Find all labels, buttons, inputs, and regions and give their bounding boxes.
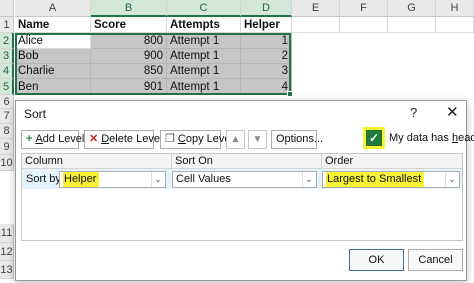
delete-level-button[interactable]: ✕ Delete Level — [84, 130, 162, 149]
sort-dialog: Sort ? ✕ + Add Level ✕ Delete Level ❐ Copy … — [15, 100, 474, 281]
cell-header-helper[interactable]: Helper — [241, 17, 292, 33]
headers-label-rest: eaders — [458, 132, 474, 144]
delete-level-accel: D — [101, 133, 110, 145]
sort-levels-grid: Column Sort On Order Sort by Helper ⌄ Ce… — [21, 153, 463, 241]
order-dropdown-value: Largest to Smallest — [326, 172, 425, 187]
column-dropdown[interactable]: Helper ⌄ — [59, 171, 166, 188]
cell-attempts[interactable]: Attempt 1 — [167, 64, 241, 79]
cell-attempts[interactable]: Attempt 1 — [167, 79, 241, 95]
row-header-2[interactable]: 2 — [0, 33, 14, 49]
row-header-5[interactable]: 5 — [0, 79, 14, 95]
chevron-up-icon: ▲ — [230, 134, 241, 145]
row-header-6[interactable]: 6 — [0, 95, 14, 109]
row-header-10[interactable]: 10 — [0, 155, 14, 171]
column-header-c[interactable]: C — [167, 0, 241, 17]
row-header-1[interactable]: 1 — [0, 17, 14, 33]
row-header-4[interactable]: 4 — [0, 64, 14, 79]
cell-name[interactable]: Bob — [15, 49, 91, 64]
cancel-button[interactable]: Cancel — [408, 249, 463, 271]
row-header-8[interactable]: 8 — [0, 124, 14, 139]
cell-name[interactable]: Ben — [15, 79, 91, 95]
cell-empty[interactable] — [436, 17, 474, 33]
cell-header-score[interactable]: Score — [91, 17, 167, 33]
close-button[interactable]: ✕ — [446, 103, 459, 121]
copy-icon: ❐ — [165, 133, 175, 145]
chevron-down-icon: ⌄ — [151, 172, 164, 187]
chevron-down-icon: ▼ — [252, 134, 263, 145]
sort-on-dropdown[interactable]: Cell Values ⌄ — [172, 171, 317, 188]
column-header-d[interactable]: D — [241, 0, 292, 17]
sort-on-header-label: Sort On — [172, 154, 322, 169]
move-down-button[interactable]: ▼ — [248, 130, 267, 149]
column-header-e[interactable]: E — [292, 0, 340, 17]
cell-header-attempts[interactable]: Attempts — [167, 17, 241, 33]
dialog-title: Sort — [24, 107, 47, 121]
cell-helper[interactable]: 1 — [241, 33, 292, 49]
cell-name[interactable]: Alice — [15, 33, 91, 49]
add-level-label: dd Level — [42, 133, 85, 145]
select-all-corner[interactable] — [0, 0, 14, 17]
order-header-label: Order — [322, 154, 462, 169]
column-header-a[interactable]: A — [15, 0, 91, 17]
cell-empty[interactable] — [292, 17, 340, 33]
cell-name[interactable]: Charlie — [15, 64, 91, 79]
copy-level-accel: C — [177, 133, 186, 145]
cell-empty[interactable] — [388, 17, 436, 33]
move-up-button[interactable]: ▲ — [226, 130, 245, 149]
sort-on-dropdown-value: Cell Values — [176, 173, 231, 185]
cell-score[interactable]: 800 — [91, 33, 167, 49]
row-header-12[interactable]: 12 — [0, 243, 14, 261]
headers-checkbox-highlight: ✓ — [363, 127, 385, 149]
headers-label-main: My data has — [389, 132, 452, 144]
column-header-b[interactable]: B — [91, 0, 167, 17]
chevron-down-icon: ⌄ — [302, 172, 315, 187]
headers-checkbox-label[interactable]: My data has headers — [389, 132, 474, 144]
row-header-9[interactable]: 9 — [0, 139, 14, 155]
cell-score[interactable]: 901 — [91, 79, 167, 95]
cell-helper[interactable]: 4 — [241, 79, 292, 95]
cell-score[interactable]: 900 — [91, 49, 167, 64]
cell-helper[interactable]: 3 — [241, 64, 292, 79]
row-header-3[interactable]: 3 — [0, 49, 14, 64]
cell-empty[interactable] — [340, 17, 388, 33]
row-header-7[interactable]: 7 — [0, 109, 14, 124]
help-button[interactable]: ? — [410, 105, 417, 120]
add-level-button[interactable]: + Add Level — [21, 130, 84, 149]
fill-handle[interactable] — [287, 91, 293, 97]
cell-header-name[interactable]: Name — [15, 17, 91, 33]
column-header-g[interactable]: G — [388, 0, 436, 17]
options-button[interactable]: Options... — [271, 130, 323, 149]
column-header-h[interactable]: H — [436, 0, 474, 17]
row-header-11[interactable]: 11 — [0, 224, 14, 243]
column-header-f[interactable]: F — [340, 0, 388, 17]
cell-helper[interactable]: 2 — [241, 49, 292, 64]
order-dropdown[interactable]: Largest to Smallest ⌄ — [322, 171, 460, 188]
ok-button[interactable]: OK — [349, 249, 404, 271]
copy-level-button[interactable]: ❐ Copy Level — [160, 130, 233, 149]
column-header-label: Column — [22, 154, 172, 169]
cell-attempts[interactable]: Attempt 1 — [167, 33, 241, 49]
headers-checkbox[interactable]: ✓ — [366, 130, 382, 146]
chevron-down-icon: ⌄ — [445, 172, 458, 187]
cell-score[interactable]: 850 — [91, 64, 167, 79]
delete-level-label: elete Level — [109, 133, 163, 145]
delete-icon: ✕ — [89, 133, 99, 145]
add-level-accel: A — [35, 133, 43, 145]
row-header-13[interactable]: 13 — [0, 261, 14, 279]
sort-by-label: Sort by — [26, 173, 61, 185]
plus-icon: + — [26, 133, 33, 145]
cell-attempts[interactable]: Attempt 1 — [167, 49, 241, 64]
column-dropdown-value: Helper — [63, 172, 100, 187]
